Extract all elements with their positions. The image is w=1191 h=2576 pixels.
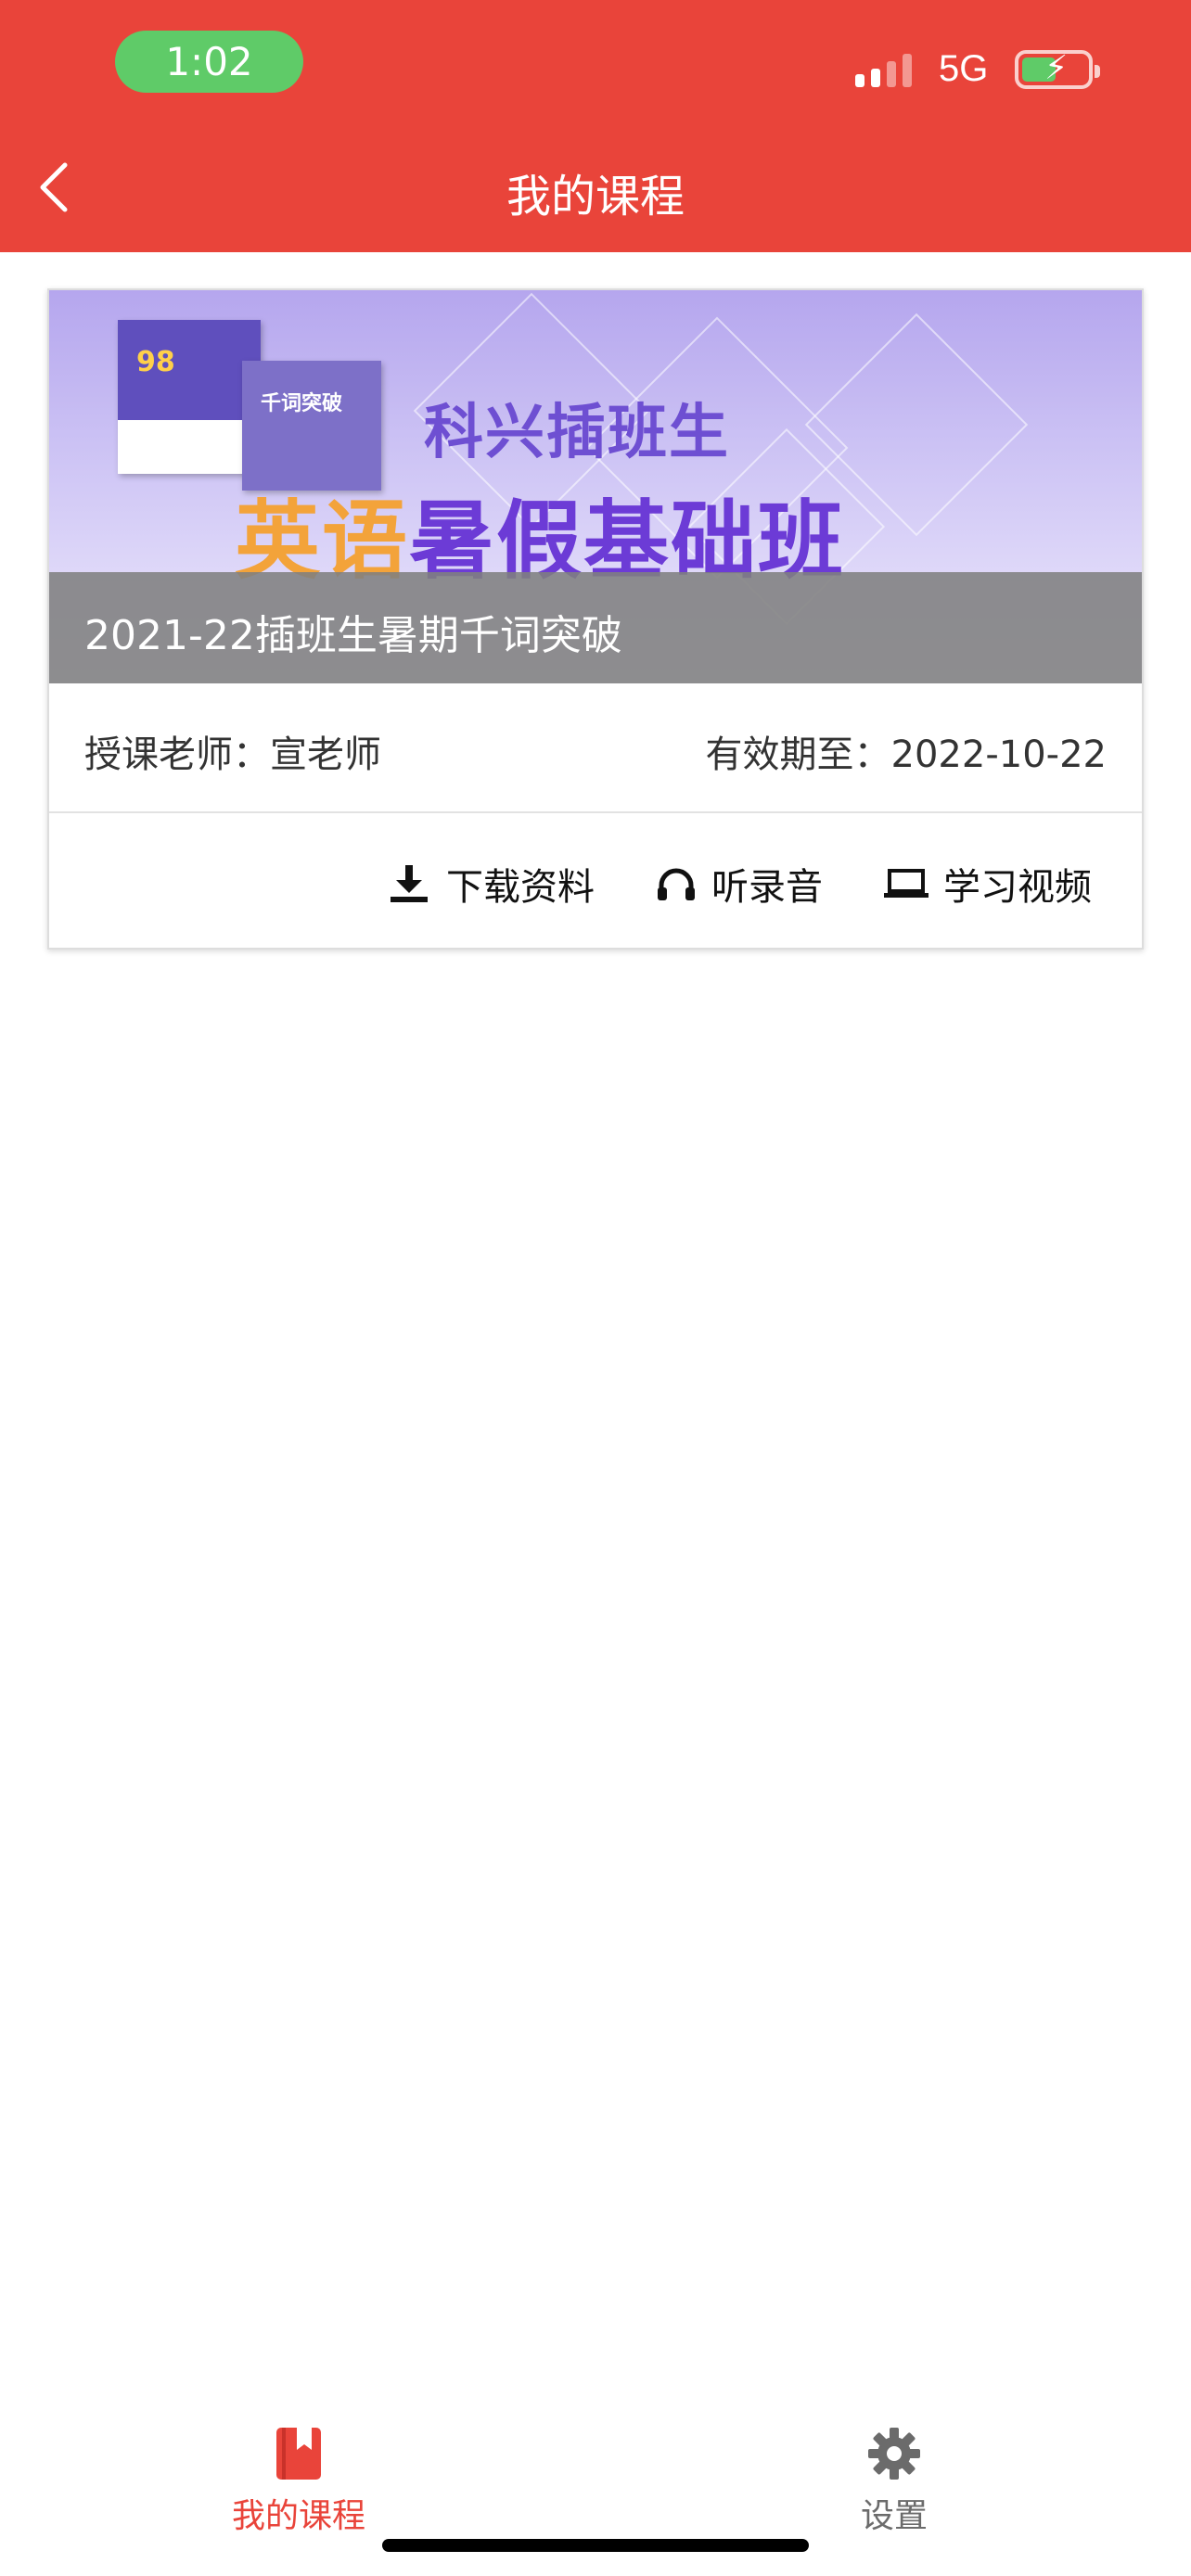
tab-settings-label: 设置	[860, 2497, 928, 2535]
home-indicator[interactable]	[382, 2539, 809, 2552]
tab-my-courses-label: 我的课程	[231, 2497, 365, 2535]
tab-settings[interactable]: 设置	[801, 2426, 987, 2537]
course-actions: 下载资料 听录音 学习视频	[49, 815, 1142, 950]
signal-icon	[855, 50, 920, 87]
listen-audio-button[interactable]: 听录音	[656, 856, 823, 912]
book-cover-vocabulary: 98	[118, 320, 261, 474]
book-cover-thousand-words: 千词突破	[242, 361, 381, 491]
battery-icon: ⚡	[1015, 50, 1100, 89]
gear-icon	[868, 2428, 920, 2480]
course-title: 2021-22插班生暑期千词突破	[84, 612, 622, 659]
network-type: 5G	[939, 48, 989, 89]
book-icon	[276, 2428, 321, 2480]
listen-label: 听录音	[711, 866, 823, 909]
banner-subtitle: 科兴插班生	[424, 399, 730, 467]
header-bar: 1:02 5G ⚡ 我的课程	[0, 0, 1191, 252]
download-icon	[391, 865, 428, 902]
download-materials-button[interactable]: 下载资料	[387, 856, 595, 912]
page-title: 我的课程	[506, 171, 685, 223]
course-banner[interactable]: 98 千词突破 科兴插班生 英语暑假基础班 2021-22插班生暑期千词突破	[49, 290, 1142, 683]
headphones-icon	[658, 868, 695, 900]
download-label: 下载资料	[446, 866, 595, 909]
video-label: 学习视频	[943, 866, 1092, 909]
tab-my-courses[interactable]: 我的课程	[206, 2426, 391, 2537]
study-video-button[interactable]: 学习视频	[884, 856, 1092, 912]
laptop-icon	[884, 869, 928, 898]
course-card[interactable]: 98 千词突破 科兴插班生 英语暑假基础班 2021-22插班生暑期千词突破 授…	[47, 288, 1144, 950]
expiry-label: 有效期至：2022-10-22	[705, 733, 1107, 776]
course-meta: 授课老师：宣老师 有效期至：2022-10-22	[49, 683, 1142, 813]
teacher-label: 授课老师：宣老师	[84, 733, 381, 776]
status-time: 1:02	[115, 31, 303, 93]
